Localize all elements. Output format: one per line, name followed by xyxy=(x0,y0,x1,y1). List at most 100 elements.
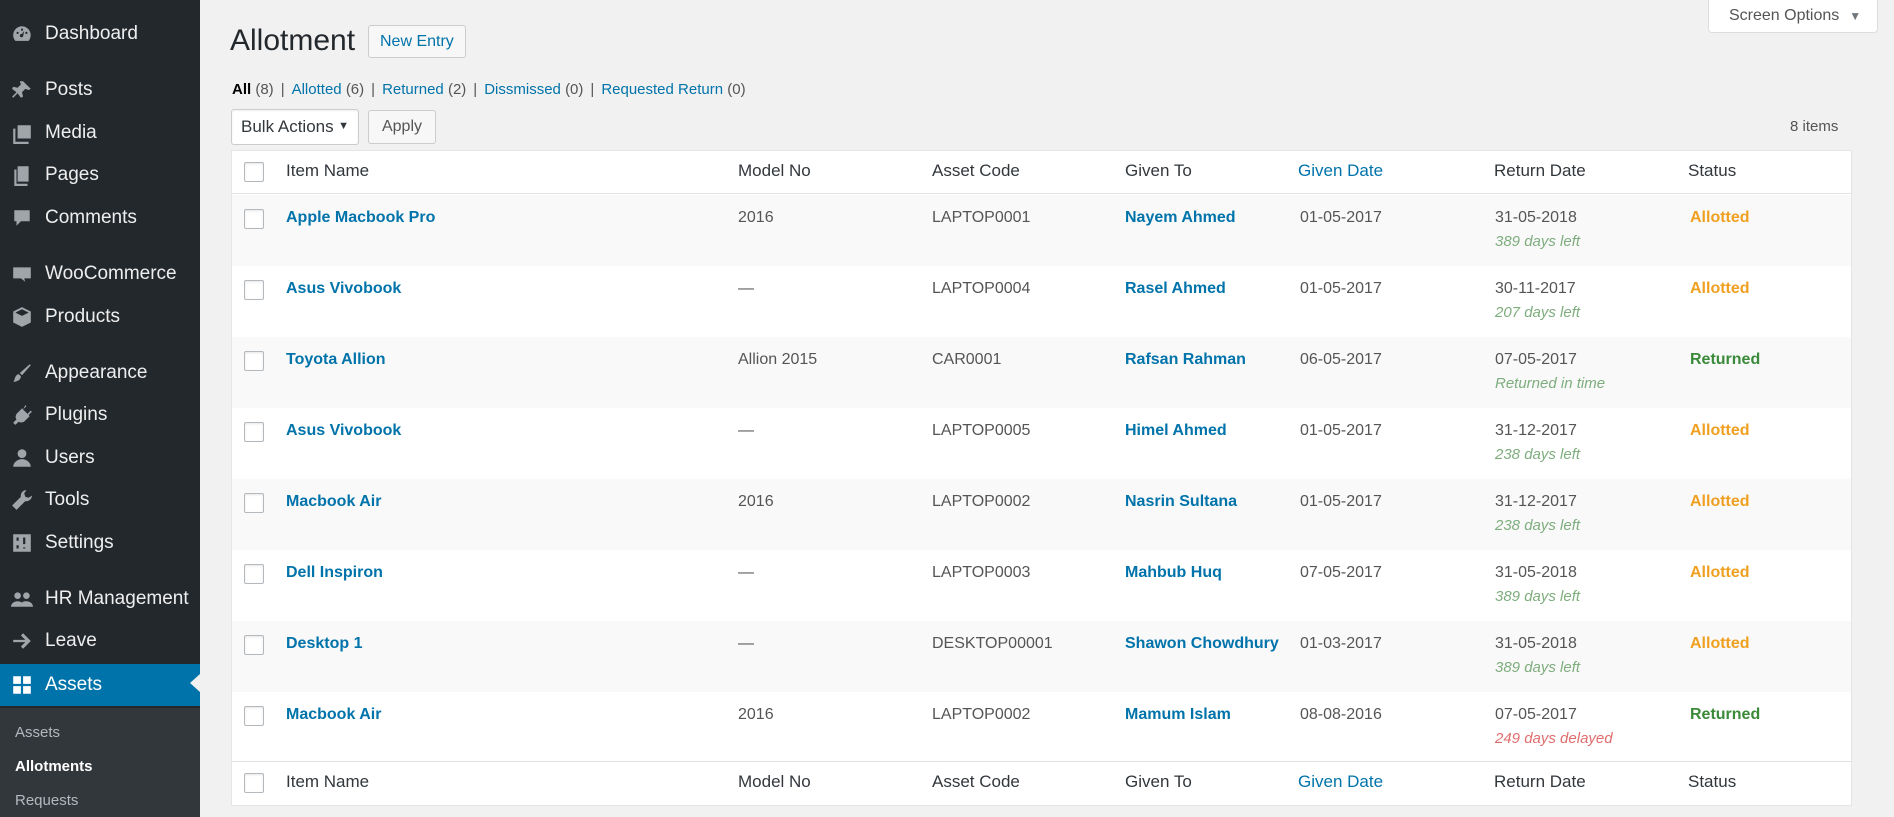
given-to-link[interactable]: Rasel Ahmed xyxy=(1125,280,1226,298)
pin-icon xyxy=(11,79,33,101)
model-no: — xyxy=(738,564,754,581)
sidebar-item-pages[interactable]: Pages xyxy=(0,156,200,194)
row-checkbox[interactable] xyxy=(244,351,264,371)
return-note: 207 days left xyxy=(1495,304,1581,321)
submenu-item-assets[interactable]: Assets xyxy=(15,724,60,741)
column-header-return-date: Return Date xyxy=(1494,772,1586,791)
row-checkbox[interactable] xyxy=(244,706,264,726)
given-date: 01-03-2017 xyxy=(1300,635,1382,652)
given-to-link[interactable]: Nasrin Sultana xyxy=(1125,493,1237,511)
screen-options-label: Screen Options xyxy=(1729,7,1840,24)
item-name-link[interactable]: Dell Inspiron xyxy=(286,564,383,582)
return-date: 31-12-2017 xyxy=(1495,493,1577,510)
select-all-checkbox[interactable] xyxy=(244,773,264,793)
filter-all[interactable]: All (8) xyxy=(232,81,274,98)
filter-separator: | xyxy=(473,81,478,98)
table-row: Apple Macbook Pro 2016 LAPTOP0001 Nayem Ahm… xyxy=(232,195,1851,266)
row-checkbox[interactable] xyxy=(244,564,264,584)
sidebar-item-assets[interactable]: Assets xyxy=(0,664,200,706)
filter-separator: | xyxy=(371,81,376,98)
submenu-item-allotments[interactable]: Allotments xyxy=(15,758,93,775)
column-header-item-name: Item Name xyxy=(286,161,370,180)
sidebar-item-dashboard[interactable]: Dashboard xyxy=(0,15,200,53)
given-date: 01-05-2017 xyxy=(1300,209,1382,226)
item-name-link[interactable]: Toyota Allion xyxy=(286,351,386,369)
column-header-given-date[interactable]: Given Date xyxy=(1298,161,1383,181)
item-name-link[interactable]: Asus Vivobook xyxy=(286,422,401,440)
model-no: Allion 2015 xyxy=(738,351,818,368)
caret-down-icon: ▼ xyxy=(338,120,349,132)
row-checkbox[interactable] xyxy=(244,209,264,229)
row-checkbox[interactable] xyxy=(244,280,264,300)
woo-icon xyxy=(11,263,33,285)
sidebar-item-appearance[interactable]: Appearance xyxy=(0,354,200,392)
sidebar-item-label: Posts xyxy=(45,79,93,100)
row-checkbox[interactable] xyxy=(244,493,264,513)
status-badge: Allotted xyxy=(1690,422,1750,439)
table-row: Macbook Air 2016 LAPTOP0002 Mamum Islam 08-0… xyxy=(232,692,1851,763)
filter-requested-return[interactable]: Requested Return (0) xyxy=(601,81,745,98)
filter-allotted[interactable]: Allotted (6) xyxy=(292,81,365,98)
item-name-link[interactable]: Asus Vivobook xyxy=(286,280,401,298)
filter-dismissed[interactable]: Dissmissed (0) xyxy=(484,81,583,98)
sidebar-item-label: Appearance xyxy=(45,362,148,383)
item-name-link[interactable]: Desktop 1 xyxy=(286,635,362,653)
media-icon xyxy=(11,122,33,144)
submenu-item-requests[interactable]: Requests xyxy=(15,792,78,809)
column-header-asset-code: Asset Code xyxy=(932,772,1020,791)
sidebar-item-tools[interactable]: Tools xyxy=(0,481,200,519)
given-to-link[interactable]: Nayem Ahmed xyxy=(1125,209,1236,227)
sidebar-item-leave[interactable]: Leave xyxy=(0,622,200,660)
sidebar-item-label: Pages xyxy=(45,164,99,185)
sidebar-item-media[interactable]: Media xyxy=(0,114,200,152)
apply-button[interactable]: Apply xyxy=(368,110,436,144)
given-date: 01-05-2017 xyxy=(1300,422,1382,439)
asset-code: LAPTOP0001 xyxy=(932,209,1031,226)
asset-code: LAPTOP0005 xyxy=(932,422,1031,439)
brush-icon xyxy=(11,362,33,384)
item-name-link[interactable]: Macbook Air xyxy=(286,493,381,511)
allotments-table: Item Name Model No Asset Code Given To G… xyxy=(231,150,1852,806)
given-to-link[interactable]: Mahbub Huq xyxy=(1125,564,1222,582)
column-header-given-date[interactable]: Given Date xyxy=(1298,772,1383,792)
status-badge: Returned xyxy=(1690,706,1761,723)
user-icon xyxy=(11,447,33,469)
sidebar-item-label: Users xyxy=(45,447,95,468)
given-to-link[interactable]: Shawon Chowdhury xyxy=(1125,635,1279,653)
sidebar-item-users[interactable]: Users xyxy=(0,439,200,477)
item-name-link[interactable]: Apple Macbook Pro xyxy=(286,209,435,227)
new-entry-button[interactable]: New Entry xyxy=(368,25,466,58)
given-date: 07-05-2017 xyxy=(1300,564,1382,581)
sidebar-item-products[interactable]: Products xyxy=(0,298,200,336)
asset-code: LAPTOP0003 xyxy=(932,564,1031,581)
sidebar-item-plugins[interactable]: Plugins xyxy=(0,396,200,434)
model-no: — xyxy=(738,635,754,652)
row-checkbox[interactable] xyxy=(244,635,264,655)
screen-options-button[interactable]: Screen Options ▼ xyxy=(1708,0,1878,33)
given-date: 06-05-2017 xyxy=(1300,351,1382,368)
column-header-model-no: Model No xyxy=(738,161,811,180)
item-name-link[interactable]: Macbook Air xyxy=(286,706,381,724)
model-no: 2016 xyxy=(738,493,774,510)
column-header-asset-code: Asset Code xyxy=(932,161,1020,180)
filter-returned[interactable]: Returned (2) xyxy=(382,81,466,98)
given-to-link[interactable]: Mamum Islam xyxy=(1125,706,1231,724)
row-checkbox[interactable] xyxy=(244,422,264,442)
select-all-checkbox[interactable] xyxy=(244,162,264,182)
column-header-given-to: Given To xyxy=(1125,772,1192,791)
sidebar-item-woocommerce[interactable]: WooCommerce xyxy=(0,255,200,293)
table-row: Toyota Allion Allion 2015 CAR0001 Rafsan Ra… xyxy=(232,337,1851,408)
sidebar-item-label: Assets xyxy=(45,674,103,695)
given-to-link[interactable]: Rafsan Rahman xyxy=(1125,351,1246,369)
sidebar-item-settings[interactable]: Settings xyxy=(0,524,200,562)
asset-code: LAPTOP0002 xyxy=(932,706,1031,723)
status-badge: Allotted xyxy=(1690,564,1750,581)
given-to-link[interactable]: Himel Ahmed xyxy=(1125,422,1227,440)
sidebar-item-comments[interactable]: Comments xyxy=(0,199,200,237)
bulk-actions-select[interactable]: Bulk Actions ▼ xyxy=(231,109,359,145)
return-note: Returned in time xyxy=(1495,375,1606,392)
wrench-icon xyxy=(11,489,33,511)
column-header-model-no: Model No xyxy=(738,772,811,791)
sidebar-item-hr-management[interactable]: HR Management xyxy=(0,580,200,618)
sidebar-item-posts[interactable]: Posts xyxy=(0,71,200,109)
